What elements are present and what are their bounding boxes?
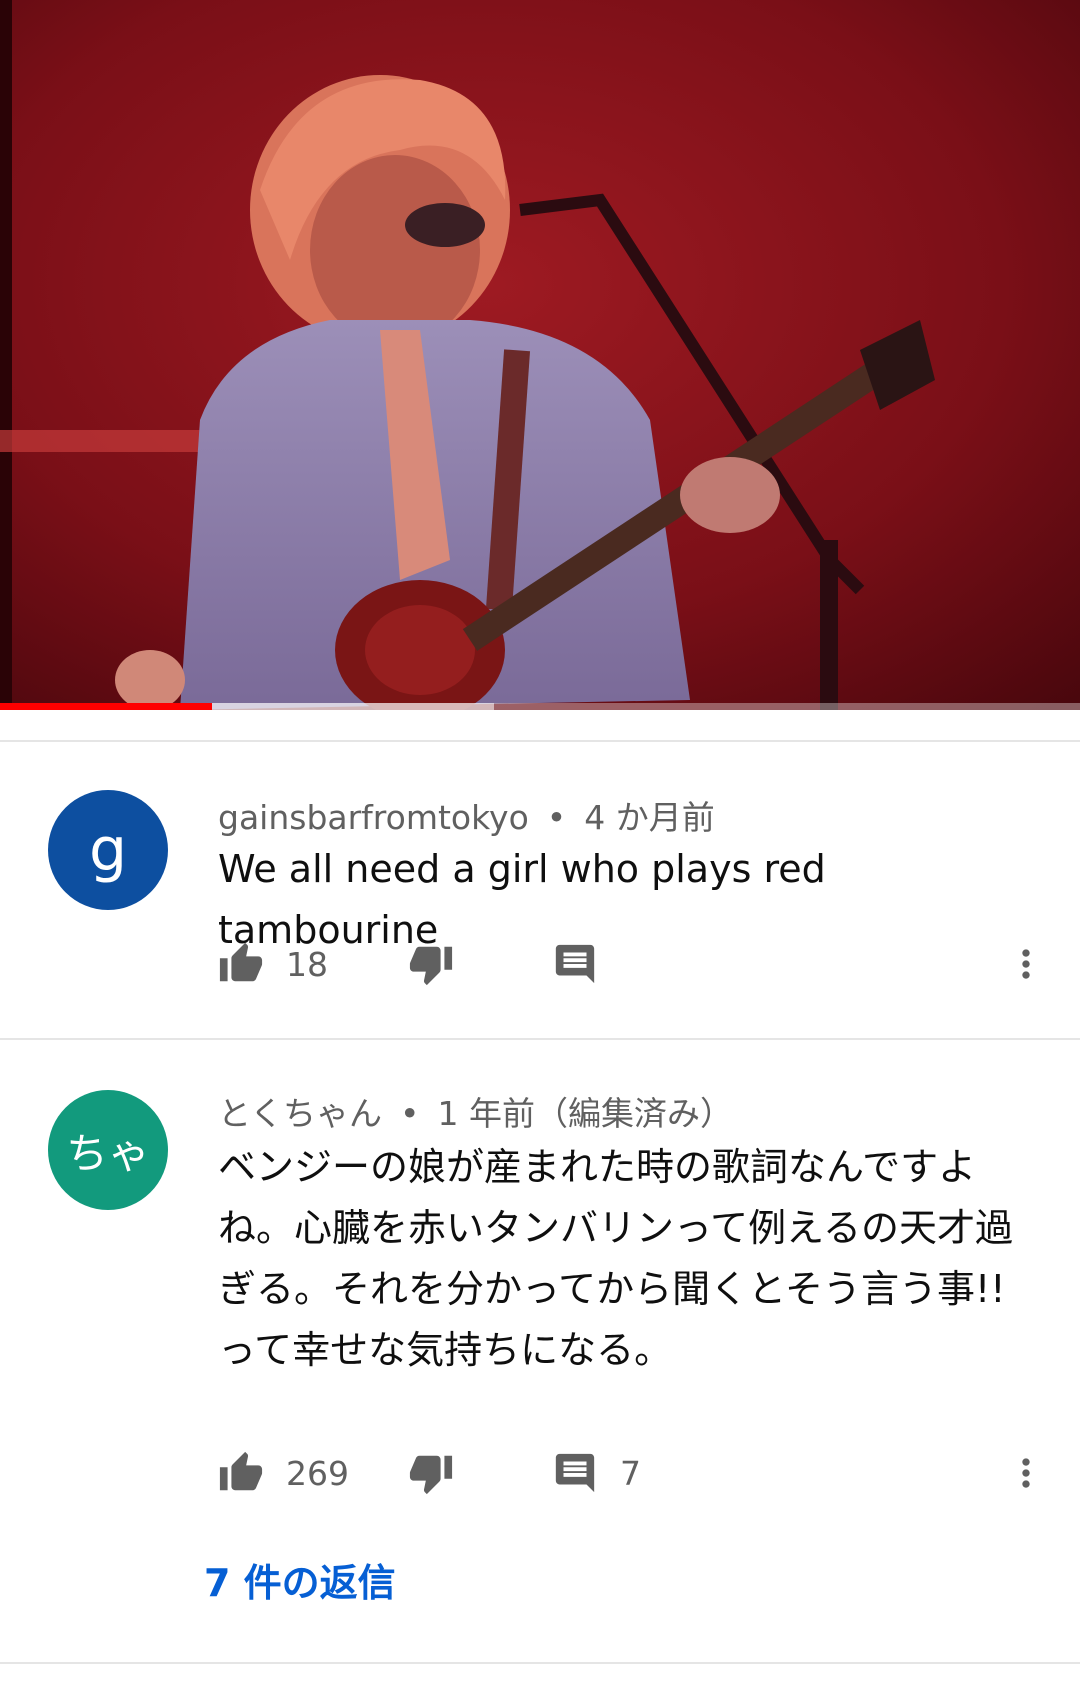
view-replies-link[interactable]: 7 件の返信 bbox=[204, 1552, 396, 1607]
comment-item: ちゃ とくちゃん • 1 年前（編集済み） ベンジーの娘が産まれた時の歌詞なんですよ… bbox=[0, 1040, 1080, 1660]
like-button[interactable]: 269 bbox=[218, 1443, 349, 1503]
comment-icon bbox=[552, 941, 598, 987]
comment-text: ベンジーの娘が産まれた時の歌詞なんですよね。心臓を赤いタンバリンって例えるの天才… bbox=[218, 1145, 1013, 1372]
avatar-letter: g bbox=[88, 815, 128, 885]
thumb-down-icon bbox=[408, 941, 454, 987]
progress-played bbox=[0, 703, 212, 710]
comment-menu-button[interactable] bbox=[1004, 1443, 1048, 1503]
progress-bar[interactable] bbox=[0, 703, 1080, 710]
reply-count: 7 bbox=[620, 1453, 641, 1493]
avatar-letter: ちゃ bbox=[65, 1128, 150, 1178]
meta-separator: • bbox=[546, 798, 567, 837]
comment-meta: とくちゃん • 1 年前（編集済み） bbox=[218, 1087, 733, 1135]
avatar[interactable]: ちゃ bbox=[48, 1090, 168, 1210]
like-count: 269 bbox=[286, 1453, 349, 1493]
dislike-button[interactable] bbox=[408, 1443, 454, 1503]
dislike-button[interactable] bbox=[408, 934, 454, 994]
more-vert-icon bbox=[1004, 942, 1048, 986]
comment-time[interactable]: 1 年前（編集済み） bbox=[437, 1094, 733, 1133]
comment-menu-button[interactable] bbox=[1004, 934, 1048, 994]
thumb-down-icon bbox=[408, 1450, 454, 1496]
comment-icon bbox=[552, 1450, 598, 1496]
like-count: 18 bbox=[286, 944, 328, 984]
reply-button[interactable]: 7 bbox=[552, 1443, 641, 1503]
comment-author[interactable]: gainsbarfromtokyo bbox=[218, 798, 529, 837]
video-frame bbox=[0, 0, 1080, 710]
reply-button[interactable] bbox=[552, 934, 620, 994]
comment-meta: gainsbarfromtokyo • 4 か月前 bbox=[218, 791, 715, 839]
video-player[interactable] bbox=[0, 0, 1080, 710]
comment-actions: 269 7 bbox=[218, 1443, 1048, 1503]
more-vert-icon bbox=[1004, 1451, 1048, 1495]
meta-separator: • bbox=[400, 1094, 420, 1133]
comment-actions: 18 bbox=[218, 934, 1048, 994]
thumb-up-icon bbox=[218, 1450, 264, 1496]
comment-author[interactable]: とくちゃん bbox=[218, 1094, 382, 1133]
comment-time[interactable]: 4 か月前 bbox=[584, 798, 715, 837]
comment-divider bbox=[0, 1662, 1080, 1664]
comment-item: g gainsbarfromtokyo • 4 か月前 We all need a … bbox=[0, 742, 1080, 1038]
thumb-up-icon bbox=[218, 941, 264, 987]
avatar[interactable]: g bbox=[48, 790, 168, 910]
like-button[interactable]: 18 bbox=[218, 934, 328, 994]
